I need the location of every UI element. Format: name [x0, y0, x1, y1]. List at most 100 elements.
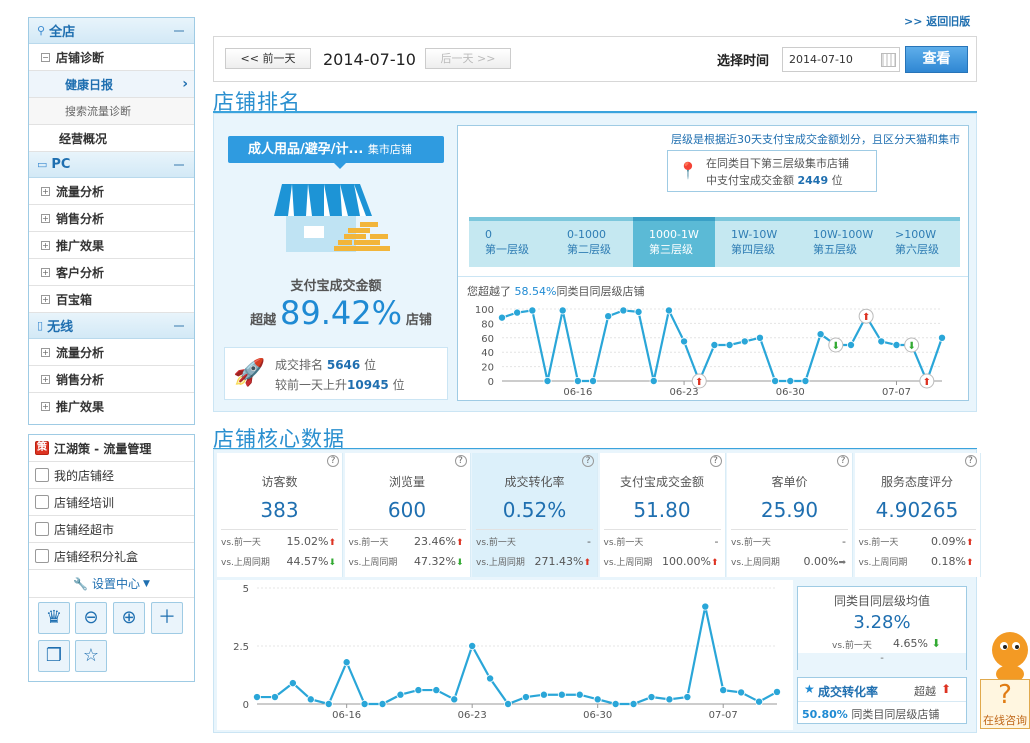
data-point: [683, 693, 692, 702]
metric-card[interactable]: ? 浏览量 600 vs.前一天 23.46%⬆ vs.上周同期 47.32%⬇: [344, 453, 471, 577]
metric-card[interactable]: ? 客单价 25.90 vs.前一天 - vs.上周同期 0.00%➡: [727, 453, 853, 577]
tool-training[interactable]: 店铺经培训: [29, 489, 194, 516]
level-5[interactable]: 10W-100W 第五层级: [797, 217, 879, 267]
conv-line: 50.80% 同类目同层级店铺: [802, 706, 939, 722]
sidebar-section-all-store[interactable]: ⚲ 全店: [29, 18, 194, 44]
settings-center[interactable]: 🔧 设置中心 ▼: [29, 570, 194, 598]
metric-vs-last-week: vs.上周同期 47.32%⬇: [349, 555, 464, 568]
back-old-version-link[interactable]: >> 返回旧版: [904, 13, 970, 29]
prev-day-button[interactable]: << 前一天: [225, 48, 311, 69]
metric-change: 271.43%: [534, 555, 584, 568]
sidebar-item-label: 销售分析: [56, 372, 105, 387]
tools-title-label: 江湖策 - 流量管理: [54, 441, 152, 456]
tag-pointer: [334, 163, 346, 169]
data-point: [771, 377, 780, 386]
sidebar-item-pc-sales[interactable]: + 销售分析: [29, 205, 194, 232]
data-point: [324, 700, 333, 709]
level-2[interactable]: 0-1000 第二层级: [551, 217, 633, 267]
data-point: [664, 306, 673, 315]
data-point: [306, 695, 315, 704]
tool-label: 店铺经培训: [54, 495, 115, 510]
level-4[interactable]: 1W-10W 第四层级: [715, 217, 797, 267]
sidebar-item-pc-customer[interactable]: + 客户分析: [29, 259, 194, 286]
vs-label: vs.上周同期: [348, 558, 398, 568]
sidebar-item-search-traffic[interactable]: 搜索流量诊断: [29, 98, 194, 125]
arrow-down-icon: ⬇: [931, 637, 941, 650]
tool-my-store-guide[interactable]: 我的店铺经: [29, 462, 194, 489]
level-1[interactable]: 0 第一层级: [469, 217, 551, 267]
collapse-icon[interactable]: [174, 325, 184, 327]
user-plus-icon[interactable]: ＋: [151, 602, 183, 634]
sidebar-item-pc-traffic[interactable]: + 流量分析: [29, 178, 194, 205]
ce-logo-icon: 策: [35, 441, 49, 455]
metric-card[interactable]: ? 支付宝成交金额 51.80 vs.前一天 - vs.上周同期 100.00%⬆: [599, 453, 726, 577]
data-point: [773, 687, 782, 696]
tool-gift-box[interactable]: 店铺经积分礼盒: [29, 543, 194, 570]
sidebar-item-pc-promo[interactable]: + 推广效果: [29, 232, 194, 259]
help-icon[interactable]: ?: [837, 455, 849, 467]
copy-icon[interactable]: ❐: [38, 640, 70, 672]
data-point: [558, 306, 567, 315]
vs-label: vs.上周同期: [221, 558, 270, 568]
data-point: [253, 693, 262, 702]
tool-label: 我的店铺经: [54, 468, 115, 483]
x-tick-label: 06-16: [563, 387, 592, 398]
vs-label: vs.上周同期: [603, 558, 653, 568]
sidebar-item-wl-sales[interactable]: + 销售分析: [29, 366, 194, 393]
help-icon[interactable]: ?: [709, 455, 722, 467]
tool-supermarket[interactable]: 店铺经超市: [29, 516, 194, 543]
metric-card[interactable]: ? 访客数 383 vs.前一天 15.02%⬆ vs.上周同期 44.57%⬇: [217, 453, 343, 577]
level-3[interactable]: 1000-1W 第三层级: [633, 217, 715, 267]
divider: [458, 276, 968, 277]
sidebar-section-wireless[interactable]: ▯ 无线: [29, 313, 194, 339]
sidebar-item-business-overview[interactable]: 经营概况: [29, 125, 194, 152]
level-range: >100W: [895, 228, 937, 241]
user-remove-icon[interactable]: ⊖: [75, 602, 107, 634]
series-line: [257, 606, 778, 706]
query-button[interactable]: 查看: [905, 46, 968, 73]
sidebar-item-pc-toolbox[interactable]: + 百宝箱: [29, 286, 194, 313]
next-day-button[interactable]: 后一天 >>: [425, 48, 511, 69]
data-point: [342, 658, 351, 667]
online-consult-widget[interactable]: ? 在线咨询: [980, 622, 1030, 743]
star-icon[interactable]: ☆: [75, 640, 107, 672]
collapse-icon[interactable]: [174, 30, 184, 32]
data-point: [396, 690, 405, 699]
help-icon[interactable]: ?: [327, 455, 339, 467]
tools-title[interactable]: 策江湖策 - 流量管理: [29, 435, 194, 462]
level-note: 层级是根据近30天支付宝成交金额划分，且区分天猫和集市: [671, 133, 960, 146]
rise-label: 较前一天上升: [275, 378, 348, 392]
sidebar-item-health-daily[interactable]: 健康日报: [29, 71, 194, 98]
chef-shortcut-icon[interactable]: ♛: [38, 602, 70, 634]
funnel-icon: ⚲: [37, 24, 46, 37]
help-icon[interactable]: ?: [964, 455, 977, 467]
metric-change: 100.00%: [662, 555, 711, 568]
metric-card[interactable]: ? 服务态度评分 4.90265 vs.前一天 0.09%⬆ vs.上周同期 0.1…: [854, 453, 981, 577]
calendar-icon[interactable]: [881, 53, 896, 67]
vs-label: vs.前一天: [731, 538, 771, 548]
select-time-label: 选择时间: [717, 54, 770, 69]
user-add-icon[interactable]: ⊕: [113, 602, 145, 634]
vs-label: vs.上周同期: [731, 558, 780, 568]
sidebar-item-wl-traffic[interactable]: + 流量分析: [29, 339, 194, 366]
conv-title: 成交转化率: [818, 685, 879, 699]
exceed-line: 您超越了 58.54%同类目同层级店铺: [467, 283, 644, 299]
sidebar-item-label: 店铺诊断: [56, 50, 105, 65]
metric-change: 23.46%: [414, 535, 456, 548]
sidebar-section-pc[interactable]: ▭ PC: [29, 152, 194, 178]
tools-panel: 策江湖策 - 流量管理 我的店铺经 店铺经培训 店铺经超市 店铺经积分礼盒 🔧 设…: [28, 434, 195, 682]
metric-change: -: [842, 535, 846, 548]
sidebar-item-wl-promo[interactable]: + 推广效果: [29, 393, 194, 420]
metric-card[interactable]: ? 成交转化率 0.52% vs.前一天 - vs.上周同期 271.43%⬆: [472, 453, 598, 577]
date-field[interactable]: 2014-07-10: [782, 47, 900, 72]
sidebar-item-store-diag[interactable]: − 店铺诊断: [29, 44, 194, 71]
data-point: [414, 686, 423, 695]
metric-change: 15.02%: [286, 535, 329, 548]
metric-vs-prev-day: vs.前一天 0.09%⬆: [859, 535, 974, 548]
arrow-down-icon: ⬇: [832, 341, 840, 352]
wrench-icon: 🔧: [73, 576, 88, 591]
level-6[interactable]: >100W 第六层级: [879, 217, 960, 267]
collapse-icon[interactable]: [174, 164, 184, 166]
help-icon[interactable]: ?: [582, 455, 594, 467]
help-icon[interactable]: ?: [454, 455, 467, 467]
